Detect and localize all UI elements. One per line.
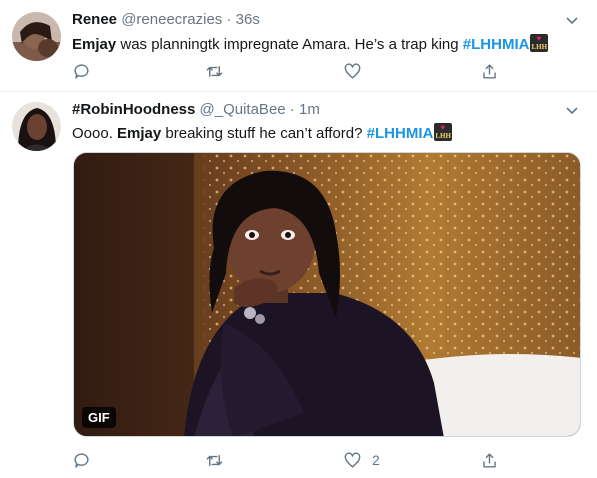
timestamp[interactable]: 36s bbox=[236, 11, 260, 28]
share-icon bbox=[483, 63, 496, 79]
timestamp[interactable]: 1m bbox=[299, 101, 320, 118]
gif-badge: GIF bbox=[82, 407, 116, 428]
heart-icon bbox=[344, 451, 361, 468]
like-button[interactable] bbox=[343, 61, 362, 81]
share-button[interactable] bbox=[480, 450, 499, 470]
tweet-text: Emjay was planningtk impregnate Amara. H… bbox=[72, 34, 549, 55]
like-button[interactable]: 2 bbox=[343, 450, 380, 470]
tweet[interactable]: #RobinHoodness @_QuitaBee · 1m Oooo. Emj… bbox=[0, 92, 597, 478]
handle[interactable]: @reneecrazies bbox=[121, 11, 222, 28]
like-count: 2 bbox=[372, 452, 380, 468]
handle[interactable]: @_QuitaBee bbox=[200, 101, 286, 118]
chevron-down-icon[interactable] bbox=[565, 13, 579, 27]
gif-media[interactable]: GIF bbox=[73, 152, 581, 437]
display-name[interactable]: #RobinHoodness bbox=[72, 101, 195, 118]
gif-image bbox=[74, 153, 580, 436]
tweet-text-prefix: Oooo. bbox=[72, 125, 118, 142]
i-love-lhh-icon: ♥ LHH bbox=[530, 34, 549, 52]
reply-icon bbox=[74, 452, 89, 468]
i-love-lhh-icon: ♥ LHH bbox=[434, 123, 453, 141]
avatar[interactable] bbox=[12, 12, 61, 61]
tweet-text-body: breaking stuff he can’t afford? bbox=[161, 125, 367, 142]
share-icon bbox=[483, 452, 496, 468]
reply-button[interactable] bbox=[72, 61, 91, 81]
chevron-down-icon[interactable] bbox=[565, 103, 579, 117]
tweet-header: #RobinHoodness @_QuitaBee · 1m bbox=[72, 101, 320, 118]
tweet-text: Oooo. Emjay breaking stuff he can’t affo… bbox=[72, 123, 453, 144]
avatar[interactable] bbox=[12, 102, 61, 151]
retweet-icon bbox=[206, 454, 223, 466]
mention-text: Emjay bbox=[72, 36, 117, 53]
tweet-header: Renee @reneecrazies · 36s bbox=[72, 11, 260, 28]
retweet-button[interactable] bbox=[205, 61, 224, 81]
heart-icon bbox=[344, 62, 361, 79]
share-button[interactable] bbox=[480, 61, 499, 81]
tweet-text-body: was planningtk impregnate Amara. He’s a … bbox=[116, 36, 463, 53]
hashtag-link[interactable]: #LHHMIA bbox=[367, 125, 434, 142]
tweet-actions: 2 bbox=[72, 450, 512, 470]
reply-icon bbox=[74, 63, 89, 79]
mention-text: Emjay bbox=[117, 125, 162, 142]
display-name[interactable]: Renee bbox=[72, 11, 117, 28]
reply-button[interactable] bbox=[72, 450, 91, 470]
tweet[interactable]: Renee @reneecrazies · 36s Emjay was plan… bbox=[0, 0, 597, 92]
retweet-button[interactable] bbox=[205, 450, 224, 470]
hashtag-link[interactable]: #LHHMIA bbox=[463, 36, 530, 53]
separator: · bbox=[285, 101, 299, 118]
retweet-icon bbox=[206, 65, 223, 77]
separator: · bbox=[222, 11, 236, 28]
tweet-actions bbox=[72, 61, 512, 81]
